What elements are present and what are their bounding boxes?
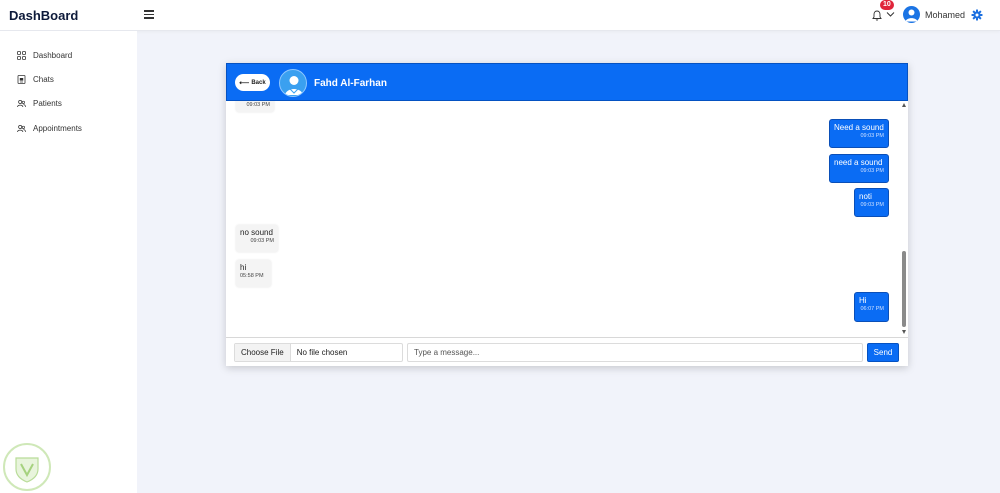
menu-toggle-icon[interactable] — [144, 10, 154, 19]
message-incoming: 09:03 PM — [236, 101, 274, 112]
sidebar-item-dashboard[interactable]: Dashboard — [17, 49, 72, 61]
notification-badge: 10 — [880, 0, 894, 10]
bell-icon[interactable] — [872, 10, 882, 21]
chat-icon — [17, 74, 26, 84]
scroll-up-arrow-icon[interactable] — [902, 103, 906, 107]
message-text: hi — [240, 263, 247, 272]
chevron-down-icon[interactable] — [886, 11, 895, 18]
message-outgoing: Need a sound 09:03 PM — [829, 119, 889, 148]
message-text: Hi — [859, 296, 867, 305]
sidebar-item-label: Patients — [33, 98, 62, 108]
message-input[interactable] — [407, 343, 863, 362]
message-list[interactable]: 09:03 PM Need a sound 09:03 PM need a so… — [226, 101, 908, 337]
file-input[interactable]: Choose File No file chosen — [234, 343, 403, 362]
message-text: noti — [859, 192, 872, 201]
message-time: 06:07 PM — [860, 306, 884, 312]
scroll-down-arrow-icon[interactable] — [902, 330, 906, 334]
sidebar-item-label: Chats — [33, 74, 54, 84]
message-outgoing: noti 09:03 PM — [854, 188, 889, 217]
user-avatar-icon — [285, 76, 303, 95]
watermark-logo-icon — [3, 443, 51, 491]
contact-avatar — [279, 69, 307, 97]
sidebar-item-chats[interactable]: Chats — [17, 73, 54, 85]
choose-file-button[interactable]: Choose File — [235, 344, 291, 361]
message-outgoing: need a sound 09:03 PM — [829, 154, 889, 183]
message-text: need a sound — [834, 158, 883, 167]
user-avatar[interactable] — [903, 6, 920, 23]
file-status: No file chosen — [296, 348, 348, 357]
users-icon — [17, 99, 26, 107]
scroll-thumb[interactable] — [902, 251, 906, 327]
back-button-label: Back — [251, 79, 266, 86]
sidebar: Dashboard Chats Patients Appointments — [0, 31, 137, 493]
message-time: 09:03 PM — [246, 102, 270, 108]
message-text: no sound — [240, 228, 273, 237]
users-icon — [17, 124, 26, 132]
username[interactable]: Mohamed — [925, 10, 965, 20]
message-incoming: no sound 09:03 PM — [236, 225, 278, 252]
chat-header: ⟵ Back Fahd Al-Farhan — [226, 63, 908, 101]
back-button[interactable]: ⟵ Back — [235, 74, 270, 91]
message-incoming: hi 05:58 PM — [236, 260, 271, 287]
arrow-left-icon: ⟵ — [239, 79, 250, 87]
contact-name: Fahd Al-Farhan — [314, 78, 387, 89]
message-time: 09:03 PM — [860, 202, 884, 208]
send-button[interactable]: Send — [867, 343, 899, 362]
sidebar-item-appointments[interactable]: Appointments — [17, 122, 82, 134]
chat-window: ⟵ Back Fahd Al-Farhan 09:03 PM Need a so… — [226, 63, 908, 366]
sidebar-item-label: Appointments — [33, 123, 82, 133]
message-scrollbar[interactable] — [900, 101, 908, 337]
user-avatar-icon — [905, 9, 918, 22]
message-time: 05:58 PM — [240, 273, 264, 279]
grid-icon — [17, 50, 26, 60]
sidebar-item-patients[interactable]: Patients — [17, 97, 62, 109]
top-navbar: DashBoard 10 Mohamed — [0, 0, 1000, 31]
sidebar-item-label: Dashboard — [33, 50, 73, 60]
message-time: 09:03 PM — [250, 238, 274, 244]
message-text: Need a sound — [834, 123, 884, 132]
message-composer: Choose File No file chosen Send — [226, 337, 908, 366]
message-outgoing: Hi 06:07 PM — [854, 292, 889, 322]
gear-icon[interactable] — [971, 9, 983, 21]
message-time: 09:03 PM — [860, 133, 884, 139]
message-time: 09:03 PM — [860, 168, 884, 174]
brand-title: DashBoard — [9, 8, 79, 23]
